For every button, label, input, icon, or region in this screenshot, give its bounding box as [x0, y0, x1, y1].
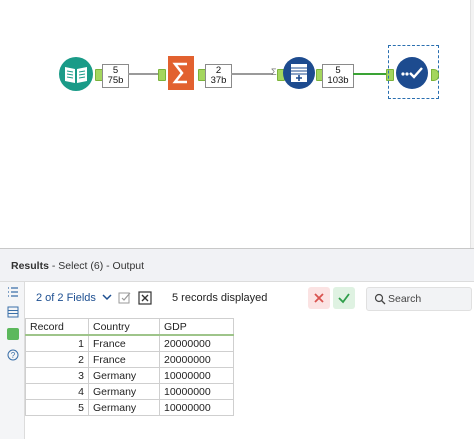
check-icon	[338, 293, 350, 304]
gdp-cell[interactable]: 20000000	[159, 334, 234, 352]
fields-dropdown-label: 2 of 2 Fields	[36, 292, 96, 304]
country-cell[interactable]: Germany	[88, 367, 160, 384]
country-cell[interactable]: Germany	[88, 399, 160, 416]
gdp-cell[interactable]: 10000000	[159, 383, 234, 400]
search-placeholder: Search	[388, 293, 422, 305]
gdp-cell[interactable]: 10000000	[159, 399, 234, 416]
connection-line[interactable]	[231, 73, 273, 75]
connection-line[interactable]	[353, 73, 386, 75]
records-displayed: 5 records displayed	[172, 292, 268, 304]
output-anchor[interactable]	[431, 69, 439, 81]
workflow-canvas[interactable]: 5 75b 2 37b Σ 5 103b	[0, 0, 474, 248]
connection-line[interactable]	[128, 73, 158, 75]
gdp-cell[interactable]: 20000000	[159, 351, 234, 368]
results-toolbar: 2 of 2 Fields 5 records displayed Search	[25, 282, 474, 315]
column-header-record[interactable]: Record	[25, 318, 89, 336]
results-title-rest: - Select (6) - Output	[48, 260, 145, 272]
close-icon	[314, 293, 324, 303]
country-cell[interactable]: Germany	[88, 383, 160, 400]
record-cell[interactable]: 2	[25, 351, 89, 368]
apply-button[interactable]	[333, 287, 355, 309]
table-row[interactable]: 3 Germany 10000000	[25, 367, 234, 384]
results-header: Results - Select (6) - Output	[0, 248, 474, 282]
record-size: 37b	[210, 75, 227, 86]
clear-box-icon[interactable]	[138, 291, 152, 305]
table-row[interactable]: 2 France 20000000	[25, 351, 234, 368]
record-cell[interactable]: 4	[25, 383, 89, 400]
table-icon[interactable]	[7, 306, 19, 318]
data-view-icon[interactable]	[7, 328, 19, 340]
connection-sigma-label: Σ	[271, 67, 277, 77]
search-icon	[374, 293, 386, 305]
results-table: Record Country GDP 1 France 20000000 2 F…	[25, 318, 234, 416]
results-title: Results - Select (6) - Output	[11, 260, 144, 272]
gdp-cell[interactable]: 10000000	[159, 367, 234, 384]
column-header-gdp[interactable]: GDP	[159, 318, 234, 336]
record-size: 75b	[107, 75, 124, 86]
results-title-bold: Results	[11, 260, 49, 272]
list-icon[interactable]	[7, 286, 19, 298]
record-cell[interactable]: 3	[25, 367, 89, 384]
table-row[interactable]: 1 France 20000000	[25, 334, 234, 352]
cancel-button[interactable]	[308, 287, 330, 309]
record-count-box: 5 103b	[322, 64, 354, 88]
edit-checkbox-icon[interactable]	[118, 291, 132, 305]
record-size: 103b	[327, 75, 349, 86]
table-row[interactable]: 5 Germany 10000000	[25, 399, 234, 416]
table-header-row: Record Country GDP	[25, 318, 234, 336]
search-input[interactable]: Search	[366, 287, 472, 311]
record-count-box: 5 75b	[102, 64, 129, 88]
table-row[interactable]: 4 Germany 10000000	[25, 383, 234, 400]
chevron-down-icon	[102, 294, 112, 301]
record-cell[interactable]: 1	[25, 334, 89, 352]
svg-text:?: ?	[11, 351, 16, 360]
help-icon[interactable]: ?	[7, 349, 19, 361]
sigma-icon[interactable]	[165, 56, 197, 90]
fields-dropdown[interactable]: 2 of 2 Fields	[36, 292, 112, 304]
column-header-country[interactable]: Country	[88, 318, 160, 336]
country-cell[interactable]: France	[88, 334, 160, 352]
check-dots-icon[interactable]	[395, 56, 429, 90]
record-cell[interactable]: 5	[25, 399, 89, 416]
book-icon[interactable]	[58, 56, 94, 92]
table-plus-icon[interactable]	[282, 56, 316, 90]
results-side-strip: ?	[0, 282, 25, 439]
record-count-box: 2 37b	[205, 64, 232, 88]
country-cell[interactable]: France	[88, 351, 160, 368]
canvas-scrollbar[interactable]	[470, 0, 474, 248]
